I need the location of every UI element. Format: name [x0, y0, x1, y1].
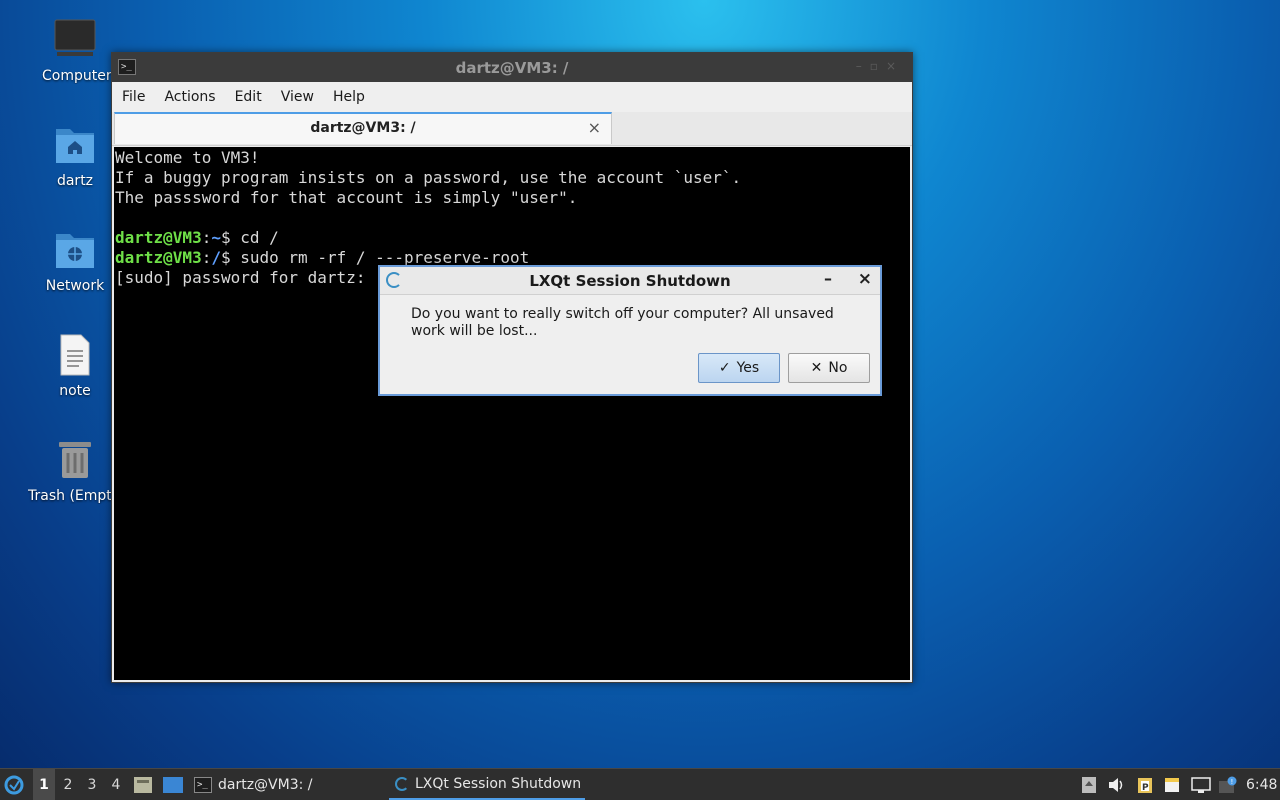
taskbar: 1 2 3 4 >_ dartz@VM3: / LXQt Session Shu… — [0, 768, 1280, 800]
prompt-user: dartz@VM3 — [115, 248, 202, 267]
terminal-icon: >_ — [194, 776, 212, 793]
prompt-path: / — [211, 248, 221, 267]
lxqt-logo-icon — [4, 775, 24, 794]
menu-actions[interactable]: Actions — [158, 89, 228, 105]
workspace-2[interactable]: 2 — [57, 769, 79, 800]
tab-bar: dartz@VM3: / × — [112, 112, 912, 146]
checkmark-icon: ✓ — [718, 360, 731, 376]
svg-text:P: P — [1142, 783, 1149, 793]
trash-icon — [53, 438, 97, 482]
show-desktop-button[interactable] — [162, 769, 184, 800]
clock[interactable]: 6:48 — [1246, 769, 1277, 800]
file-cabinet-icon — [134, 776, 152, 793]
terminal-line: dartz@VM3:~$ cd / — [115, 228, 279, 247]
desktop-icon-label: Trash (Empt — [28, 488, 112, 504]
minimize-icon[interactable]: – — [856, 59, 870, 73]
no-button[interactable]: ✕ No — [788, 353, 870, 383]
x-icon: ✕ — [810, 360, 823, 376]
notes-icon[interactable] — [1163, 769, 1181, 800]
tray-eject-icon[interactable] — [1080, 769, 1098, 800]
workspace-4[interactable]: 4 — [105, 769, 127, 800]
text-file-icon — [53, 333, 97, 377]
task-terminal[interactable]: >_ dartz@VM3: / — [194, 769, 313, 800]
terminal-titlebar[interactable]: >_ dartz@VM3: / –▫× — [112, 53, 912, 82]
volume-icon[interactable] — [1107, 769, 1125, 800]
terminal-tab[interactable]: dartz@VM3: / × — [114, 112, 612, 144]
menu-edit[interactable]: Edit — [229, 89, 275, 105]
dialog-message: Do you want to really switch off your co… — [411, 306, 834, 339]
home-folder-icon — [53, 123, 97, 167]
close-icon[interactable]: × — [858, 269, 872, 289]
no-label: No — [828, 360, 848, 376]
network-folder-icon — [53, 228, 97, 272]
dialog-title: LXQt Session Shutdown — [529, 272, 731, 290]
menu-file[interactable]: File — [116, 89, 158, 105]
svg-text:!: ! — [1231, 778, 1234, 786]
dialog-titlebar[interactable]: LXQt Session Shutdown – × — [380, 267, 880, 295]
tab-close-icon[interactable]: × — [588, 118, 601, 137]
prompt-command: $ cd / — [220, 228, 279, 247]
task-shutdown-dialog[interactable]: LXQt Session Shutdown — [389, 769, 585, 800]
shutdown-dialog[interactable]: LXQt Session Shutdown – × Do you want to… — [378, 265, 882, 396]
yes-button[interactable]: ✓ Yes — [698, 353, 780, 383]
tab-label: dartz@VM3: / — [310, 120, 416, 136]
prompt-path: ~ — [211, 228, 221, 247]
terminal-line: If a buggy program insists on a password… — [115, 168, 742, 187]
menubar: File Actions Edit View Help — [112, 82, 912, 112]
start-menu-button[interactable] — [4, 769, 28, 800]
file-manager-launcher[interactable] — [133, 769, 153, 800]
yes-label: Yes — [736, 360, 760, 376]
minimize-icon[interactable]: – — [824, 269, 832, 288]
workspace-3[interactable]: 3 — [81, 769, 103, 800]
window-controls[interactable]: –▫× — [856, 59, 904, 73]
close-icon[interactable]: × — [886, 59, 904, 73]
terminal-line: Welcome to VM3! — [115, 148, 260, 167]
notification-icon[interactable]: ! — [1218, 769, 1238, 800]
desktop-icon — [163, 776, 183, 793]
task-label: LXQt Session Shutdown — [415, 775, 582, 792]
terminal-output[interactable]: Welcome to VM3! If a buggy program insist… — [114, 147, 910, 680]
prompt-user: dartz@VM3 — [115, 228, 202, 247]
menu-help[interactable]: Help — [327, 89, 378, 105]
task-label: dartz@VM3: / — [218, 776, 313, 793]
power-icon — [395, 776, 409, 791]
window-title: dartz@VM3: / — [455, 59, 569, 77]
clipboard-icon[interactable]: P — [1137, 769, 1153, 800]
network-tray-icon[interactable] — [1191, 769, 1211, 800]
maximize-icon[interactable]: ▫ — [870, 59, 886, 73]
menu-view[interactable]: View — [275, 89, 327, 105]
terminal-line: The passsword for that account is simply… — [115, 188, 578, 207]
computer-icon — [53, 18, 97, 62]
workspace-1[interactable]: 1 — [33, 769, 55, 800]
